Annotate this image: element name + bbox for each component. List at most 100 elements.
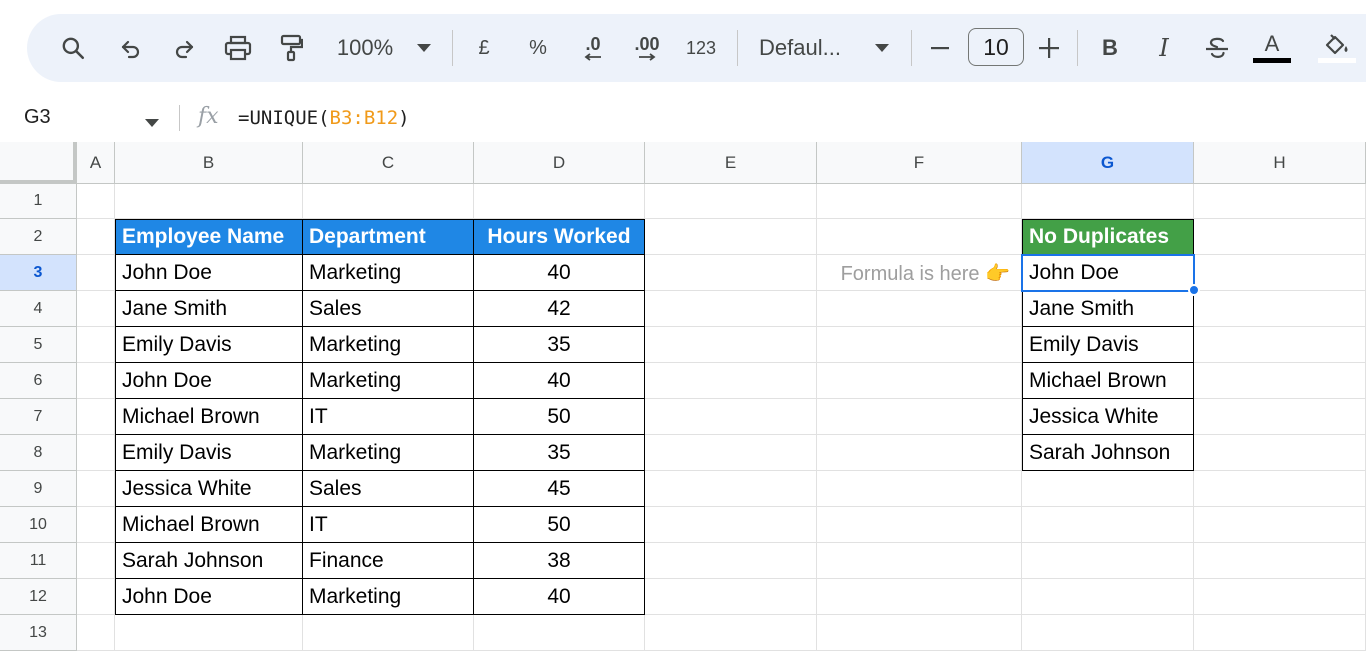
table-cell[interactable]: Michael Brown xyxy=(115,399,303,435)
italic-button[interactable]: I xyxy=(1149,28,1179,68)
formula-input[interactable]: =UNIQUE(B3:B12) xyxy=(238,107,410,129)
redo-icon[interactable] xyxy=(168,28,200,68)
table-cell[interactable]: Marketing xyxy=(303,435,474,471)
table-cell[interactable]: 45 xyxy=(474,471,645,507)
chevron-down-icon[interactable] xyxy=(411,28,437,68)
table-cell[interactable]: Finance xyxy=(303,543,474,579)
table-cell[interactable]: 40 xyxy=(474,255,645,291)
row-header-10[interactable]: 10 xyxy=(0,507,77,543)
table-cell[interactable]: Jessica White xyxy=(115,471,303,507)
table-cell[interactable]: 50 xyxy=(474,399,645,435)
table-header-cell[interactable]: Hours Worked xyxy=(474,219,645,255)
paint-format-icon[interactable] xyxy=(275,28,307,68)
table-cell[interactable]: IT xyxy=(303,399,474,435)
column-header-f[interactable]: F xyxy=(817,142,1022,184)
unique-list-cell[interactable]: Jane Smith xyxy=(1022,291,1194,327)
formula-bar: G3 fx =UNIQUE(B3:B12) xyxy=(0,96,1366,142)
table-cell[interactable]: IT xyxy=(303,507,474,543)
row-header-13[interactable]: 13 xyxy=(0,615,77,651)
table-cell[interactable]: Marketing xyxy=(303,363,474,399)
table-cell[interactable]: 42 xyxy=(474,291,645,327)
chevron-down-icon[interactable] xyxy=(145,114,159,132)
table-cell[interactable]: Sales xyxy=(303,471,474,507)
font-size-input[interactable]: 10 xyxy=(968,28,1024,66)
table-cell[interactable]: Emily Davis xyxy=(115,435,303,471)
row-header-8[interactable]: 8 xyxy=(0,435,77,471)
formula-note: Formula is here 👉 xyxy=(840,262,1010,285)
increase-decimal-button[interactable]: .00 xyxy=(627,28,667,68)
decrease-decimal-button[interactable]: .0 xyxy=(573,28,613,68)
column-header-a[interactable]: A xyxy=(77,142,115,184)
row-header-2[interactable]: 2 xyxy=(0,219,77,255)
arrow-left-icon xyxy=(584,53,601,61)
table-cell[interactable]: Jane Smith xyxy=(115,291,303,327)
table-header-cell[interactable]: Department xyxy=(303,219,474,255)
table-cell[interactable]: John Doe xyxy=(115,579,303,615)
plus-icon[interactable] xyxy=(1034,28,1064,68)
table-cell[interactable]: Michael Brown xyxy=(115,507,303,543)
column-header-e[interactable]: E xyxy=(645,142,817,184)
number-format-button[interactable]: 123 xyxy=(679,28,723,68)
table-cell[interactable]: 35 xyxy=(474,435,645,471)
row-header-11[interactable]: 11 xyxy=(0,543,77,579)
unique-list-cell[interactable]: Emily Davis xyxy=(1022,327,1194,363)
column-header-c[interactable]: C xyxy=(303,142,474,184)
unique-list-cell[interactable]: Sarah Johnson xyxy=(1022,435,1194,471)
search-icon[interactable] xyxy=(57,28,89,68)
formula-prefix: =UNIQUE( xyxy=(238,107,330,129)
row-header-3[interactable]: 3 xyxy=(0,255,77,291)
unique-list-cell[interactable]: John Doe xyxy=(1022,255,1194,291)
text-color-label: A xyxy=(1264,31,1280,56)
row-header-12[interactable]: 12 xyxy=(0,579,77,615)
bold-button[interactable]: B xyxy=(1095,28,1125,68)
fill-handle[interactable] xyxy=(1188,284,1200,296)
table-cell[interactable]: 38 xyxy=(474,543,645,579)
row-header-5[interactable]: 5 xyxy=(0,327,77,363)
name-box[interactable]: G3 xyxy=(24,106,51,129)
currency-label: £ xyxy=(478,36,490,59)
formula-bar-divider xyxy=(179,105,180,131)
row-header-6[interactable]: 6 xyxy=(0,363,77,399)
minus-icon[interactable] xyxy=(925,28,955,68)
undo-icon[interactable] xyxy=(115,28,147,68)
select-all-corner[interactable] xyxy=(0,142,77,184)
row-header-4[interactable]: 4 xyxy=(0,291,77,327)
table-cell[interactable]: 40 xyxy=(474,579,645,615)
column-header-d[interactable]: D xyxy=(474,142,645,184)
fill-color-icon[interactable] xyxy=(1317,28,1357,68)
toolbar-divider xyxy=(1077,30,1078,66)
table-cell[interactable]: 40 xyxy=(474,363,645,399)
zoom-value: 100% xyxy=(336,35,394,60)
strikethrough-icon[interactable] xyxy=(1201,28,1233,68)
unique-list-cell[interactable]: Michael Brown xyxy=(1022,363,1194,399)
table-cell[interactable]: Marketing xyxy=(303,327,474,363)
table-cell[interactable]: 35 xyxy=(474,327,645,363)
table-cell[interactable]: Sales xyxy=(303,291,474,327)
chevron-down-icon[interactable] xyxy=(869,28,895,68)
table-cell[interactable]: Emily Davis xyxy=(115,327,303,363)
table-cell[interactable]: 50 xyxy=(474,507,645,543)
row-header-1[interactable]: 1 xyxy=(0,184,77,219)
text-color-button[interactable]: A xyxy=(1251,28,1293,68)
column-header-g[interactable]: G xyxy=(1022,142,1194,184)
bold-label: B xyxy=(1102,35,1118,60)
row-header-9[interactable]: 9 xyxy=(0,471,77,507)
column-header-b[interactable]: B xyxy=(115,142,303,184)
table-cell[interactable]: Marketing xyxy=(303,579,474,615)
table-cell[interactable]: Marketing xyxy=(303,255,474,291)
unique-list-cell[interactable]: Jessica White xyxy=(1022,399,1194,435)
number-format-label: 123 xyxy=(685,37,717,58)
column-header-h[interactable]: H xyxy=(1194,142,1366,184)
spreadsheet-grid[interactable]: A B C D E F G H 1 2 3 4 5 6 7 8 9 10 11 12 13 Employee Name De… xyxy=(0,142,1366,651)
percent-format-button[interactable]: % xyxy=(523,28,553,68)
table-cell[interactable]: John Doe xyxy=(115,255,303,291)
print-icon[interactable] xyxy=(221,28,255,68)
currency-format-button[interactable]: £ xyxy=(469,28,499,68)
unique-list-header[interactable]: No Duplicates xyxy=(1022,219,1194,255)
zoom-select[interactable]: 100% xyxy=(330,28,400,68)
row-header-7[interactable]: 7 xyxy=(0,399,77,435)
font-select[interactable]: Defaul... xyxy=(759,28,857,68)
table-header-cell[interactable]: Employee Name xyxy=(115,219,303,255)
table-cell[interactable]: Sarah Johnson xyxy=(115,543,303,579)
table-cell[interactable]: John Doe xyxy=(115,363,303,399)
